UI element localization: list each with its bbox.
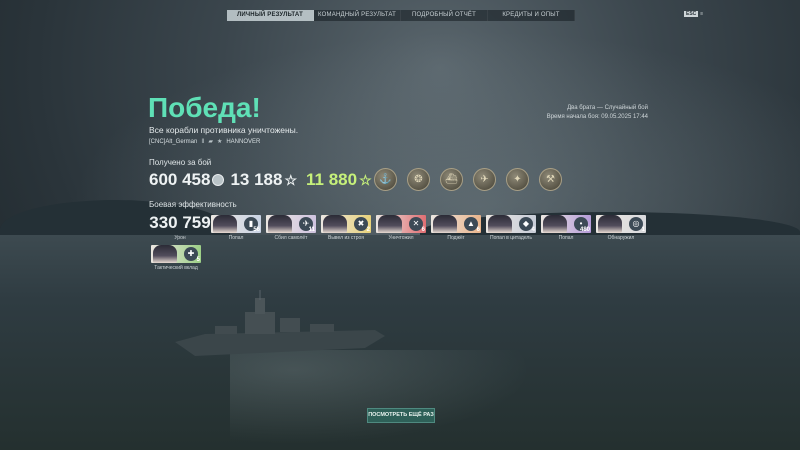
efficiency-card-label: Тактический вклад — [154, 265, 198, 271]
efficiency-card[interactable]: ▲ 6 Поджёг — [431, 215, 481, 244]
efficiency-card[interactable]: ✚ 5 Тактический вклад — [151, 245, 201, 274]
efficiency-count: 5 — [196, 257, 200, 263]
tab-credits-and-xp[interactable]: КРЕДИТЫ И ОПЫТ — [488, 10, 575, 21]
player-name: [CNC]Alt_German — [149, 138, 198, 145]
earned-row: 600 458 13 188 ☆ 11 880 ☆ — [149, 170, 372, 190]
premium-star-icon: ★ — [216, 139, 223, 145]
damage-value: 330 759 — [149, 213, 211, 232]
anchor-medal-icon[interactable]: ⚓ — [374, 168, 397, 191]
victory-subtitle: Все корабли противника уничтожены. — [149, 125, 299, 135]
close-esc-hint[interactable]: ESC ≡ — [684, 11, 703, 17]
bomber-medal-icon[interactable]: ✈ — [473, 168, 496, 191]
victory-title: Победа! — [148, 92, 261, 123]
character-portrait — [378, 215, 402, 233]
character-portrait — [598, 215, 622, 233]
nation-flag-icon: ▰ — [208, 139, 213, 145]
ship-wake — [230, 350, 550, 450]
battle-start-time: Время начала боя: 09.05.2025 17:44 — [546, 114, 648, 120]
efficiency-card-art: ✕ 6 — [376, 215, 426, 233]
efficiency-card[interactable]: ▮ 56 Попал — [211, 215, 261, 244]
efficiency-count: 56 — [253, 227, 260, 233]
menu-icon: ≡ — [700, 11, 704, 17]
efficiency-card[interactable]: ◆ 4 Попал в цитадель — [486, 215, 536, 244]
result-tabs: ЛИЧНЫЙ РЕЗУЛЬТАТ КОМАНДНЫЙ РЕЗУЛЬТАТ ПОД… — [227, 10, 575, 21]
credits-value: 600 458 — [149, 170, 211, 189]
efficiency-count: 6 — [476, 227, 480, 233]
efficiency-count: 4 — [531, 227, 535, 233]
battle-mode: Два брата — Случайный бой — [567, 105, 648, 111]
efficiency-card-label: Обнаружил — [607, 235, 635, 241]
wreath-medal-icon[interactable]: ❂ — [407, 168, 430, 191]
player-line: [CNC]Alt_German Ⅱ ▰ ★ HANNOVER — [149, 138, 261, 146]
character-portrait — [153, 245, 177, 263]
efficiency-card[interactable]: ✈ 11 Сбил самолёт — [266, 215, 316, 244]
efficiency-card-art: • 480 — [541, 215, 591, 233]
tier-icon: Ⅱ — [201, 139, 205, 145]
xp-star-icon: ☆ — [284, 171, 298, 188]
tab-detailed-report[interactable]: ПОДРОБНЫЙ ОТЧЁТ — [401, 10, 488, 21]
efficiency-card[interactable]: ◎ 1 Обнаружил — [596, 215, 646, 244]
efficiency-label: Боевая эффективность — [149, 200, 237, 209]
efficiency-card-art: ✖ 2 — [321, 215, 371, 233]
efficiency-card[interactable]: ✕ 6 Уничтожил — [376, 215, 426, 244]
tab-team-result[interactable]: КОМАНДНЫЙ РЕЗУЛЬТАТ — [314, 10, 401, 21]
efficiency-card-art: ▮ 56 — [211, 215, 261, 233]
efficiency-count: 1 — [641, 227, 645, 233]
free-xp-value: 11 880 — [306, 170, 358, 189]
character-portrait — [268, 215, 292, 233]
efficiency-card-art: ✚ 5 — [151, 245, 201, 263]
crossed-tools-medal-icon[interactable]: ⚒ — [539, 168, 562, 191]
efficiency-card-art: ▲ 6 — [431, 215, 481, 233]
esc-badge: ESC — [684, 11, 699, 17]
efficiency-count: 480 — [579, 227, 590, 233]
tab-personal-result[interactable]: ЛИЧНЫЙ РЕЗУЛЬТАТ — [227, 10, 314, 21]
efficiency-card-art: ✈ 11 — [266, 215, 316, 233]
character-portrait — [213, 215, 237, 233]
credits-coin-icon — [212, 174, 225, 186]
medals-row: ⚓ ❂ ⛴ ✈ ✦ ⚒ — [374, 168, 562, 191]
efficiency-card-art: ◆ 4 — [486, 215, 536, 233]
earned-label: Получено за бой — [149, 158, 212, 167]
character-portrait — [433, 215, 457, 233]
battle-info: Два брата — Случайный бой Время начала б… — [547, 104, 648, 122]
character-portrait — [543, 215, 567, 233]
battleship-silhouette — [175, 290, 385, 356]
efficiency-count: 2 — [366, 227, 370, 233]
efficiency-card-art: ◎ 1 — [596, 215, 646, 233]
efficiency-card[interactable]: ✖ 2 Вывел из строя — [321, 215, 371, 244]
efficiency-card[interactable]: • 480 Попал — [541, 215, 591, 244]
ship-name: HANNOVER — [226, 138, 261, 145]
character-portrait — [323, 215, 347, 233]
compass-medal-icon[interactable]: ✦ — [506, 168, 529, 191]
warship-medal-icon[interactable]: ⛴ — [440, 168, 463, 191]
efficiency-count: 6 — [421, 227, 425, 233]
xp-value: 13 188 — [230, 170, 283, 189]
watch-again-button[interactable]: ПОСМОТРЕТЬ ЕЩЁ РАЗ — [367, 408, 435, 423]
free-xp-star-icon: ☆ — [359, 171, 372, 188]
character-portrait — [488, 215, 512, 233]
efficiency-count: 11 — [308, 227, 315, 233]
